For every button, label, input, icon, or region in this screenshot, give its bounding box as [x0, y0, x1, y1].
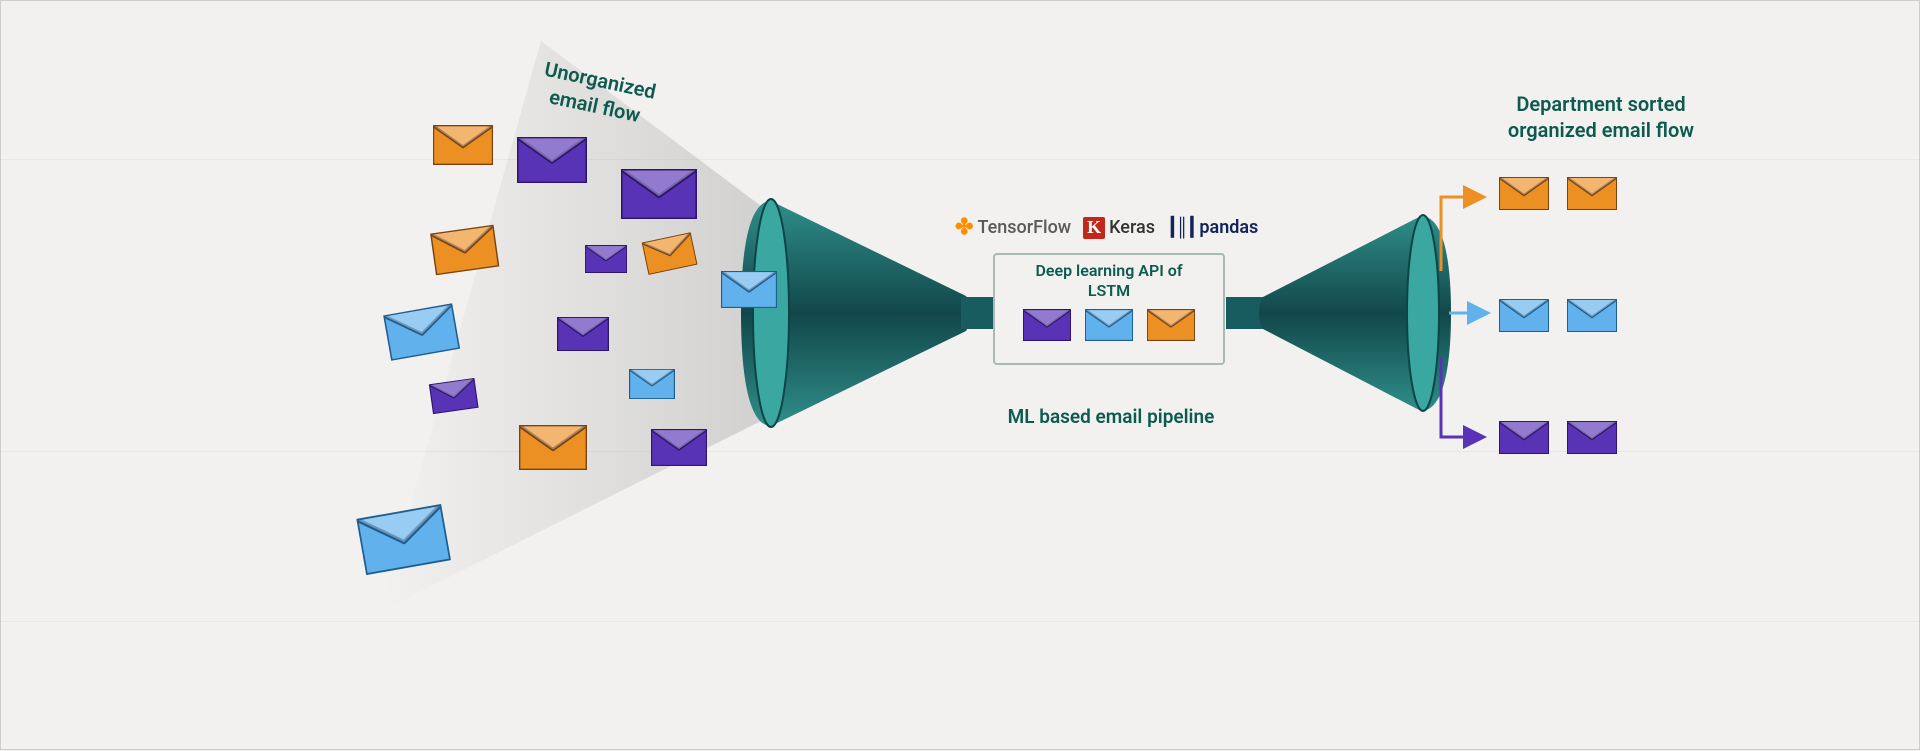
input-envelope-icon: [557, 317, 609, 355]
input-envelope-icon: [517, 137, 587, 187]
pandas-logo: ┃║┃ pandas: [1167, 217, 1258, 238]
tensorflow-logo: ✤ TensorFlow: [955, 215, 1071, 240]
keras-label: Keras: [1109, 217, 1155, 238]
processor-envelope-icon: [1023, 309, 1071, 345]
processor-title: Deep learning API of LSTM: [995, 255, 1223, 301]
tensorflow-label: TensorFlow: [977, 217, 1071, 238]
processor-box: Deep learning API of LSTM: [993, 253, 1225, 365]
output-envelope-icon: [1567, 299, 1617, 336]
input-envelope-icon: [356, 504, 451, 579]
keras-icon: K: [1083, 217, 1105, 239]
input-envelope-icon: [383, 303, 461, 364]
output-envelope-icon: [1499, 177, 1549, 214]
input-envelope-icon: [629, 369, 675, 403]
input-envelope-icon: [433, 125, 493, 169]
processor-envelope-icon: [1147, 309, 1195, 345]
keras-logo: K Keras: [1083, 217, 1155, 239]
input-label: Unorganized email flow: [537, 56, 658, 130]
output-envelope-icon: [1567, 421, 1617, 458]
pandas-label: pandas: [1199, 217, 1258, 238]
input-envelope-icon: [721, 271, 777, 312]
pandas-icon: ┃║┃: [1167, 217, 1195, 238]
input-envelope-icon: [430, 225, 500, 279]
input-envelope-icon: [642, 232, 699, 279]
input-envelope-icon: [651, 429, 707, 470]
pipeline-label: ML based email pipeline: [961, 405, 1261, 430]
processor-envelopes-row: [995, 309, 1223, 345]
output-envelope-icon: [1567, 177, 1617, 214]
tensorflow-icon: ✤: [955, 215, 973, 240]
input-envelope-icon: [429, 378, 479, 418]
processor-envelope-icon: [1085, 309, 1133, 345]
input-envelope-icon: [585, 245, 627, 277]
tech-stack-row: ✤ TensorFlow K Keras ┃║┃ pandas: [955, 215, 1258, 240]
output-envelope-icon: [1499, 299, 1549, 336]
input-envelope-icon: [621, 169, 697, 223]
output-label: Department sorted organized email flow: [1471, 91, 1731, 143]
input-envelope-icon: [519, 425, 587, 474]
output-envelope-icon: [1499, 421, 1549, 458]
